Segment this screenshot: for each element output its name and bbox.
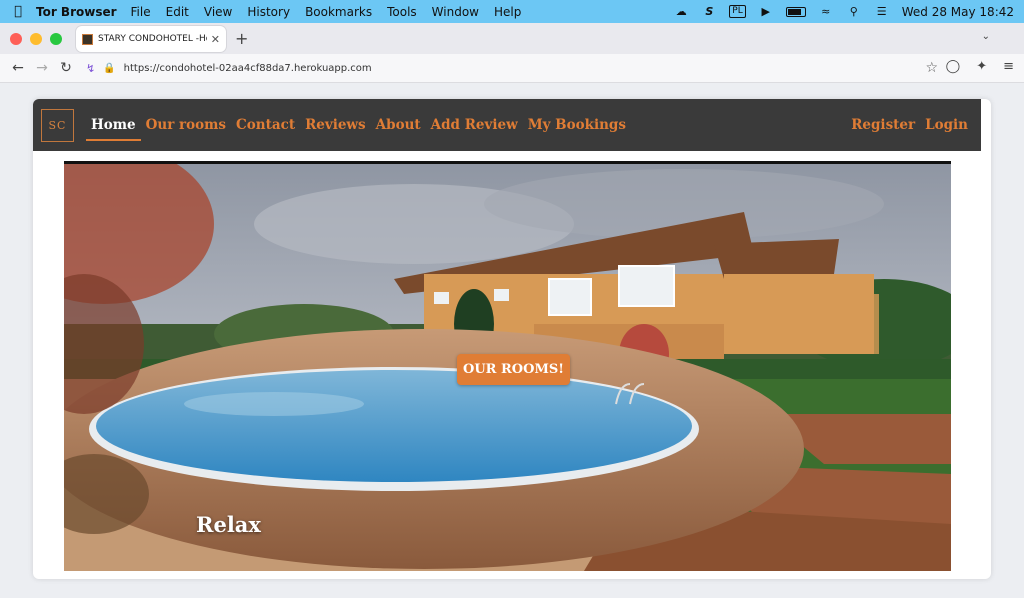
reload-button[interactable]: ↻: [54, 60, 78, 76]
hero-banner: OUR ROOMS! Relax: [64, 161, 951, 571]
tab-title: STARY CONDOHOTEL -Home: [98, 34, 207, 44]
browser-toolbar: ← → ↻ ↯ 🔒 https://condohotel-02aa4cf88da…: [0, 54, 1024, 83]
tor-circuit-icon[interactable]: ↯: [86, 62, 95, 75]
nav-our-rooms[interactable]: Our rooms: [141, 99, 231, 151]
nav-my-bookings[interactable]: My Bookings: [523, 99, 631, 151]
menu-bookmarks[interactable]: Bookmarks: [305, 5, 372, 19]
url-text[interactable]: https://condohotel-02aa4cf88da7.herokuap…: [124, 63, 372, 74]
macos-menubar:  Tor Browser File Edit View History Boo…: [0, 0, 1024, 23]
site-page: SC Home Our rooms Contact Reviews About …: [33, 99, 991, 579]
lock-icon[interactable]: 🔒: [103, 63, 115, 74]
input-source-indicator[interactable]: PL: [729, 5, 746, 18]
minimize-window-button[interactable]: [30, 32, 42, 45]
tab-active[interactable]: STARY CONDOHOTEL -Home ✕: [76, 26, 226, 52]
back-button[interactable]: ←: [6, 60, 30, 76]
menu-help[interactable]: Help: [494, 5, 521, 19]
menubar-app-name[interactable]: Tor Browser: [36, 5, 117, 19]
menu-view[interactable]: View: [204, 5, 232, 19]
tab-list-chevron-icon[interactable]: ⌄: [982, 31, 990, 42]
browser-window: STARY CONDOHOTEL -Home ✕ + ⌄ ← → ↻ ↯ 🔒 h…: [0, 23, 1024, 598]
wifi-icon[interactable]: ≈: [818, 5, 834, 18]
new-identity-broom-icon[interactable]: ✦: [976, 59, 987, 74]
site-logo[interactable]: SC: [41, 108, 74, 142]
new-tab-button[interactable]: +: [235, 29, 248, 48]
hero-caption: Relax: [196, 512, 261, 537]
forward-button[interactable]: →: [30, 60, 54, 76]
nav-register[interactable]: Register: [846, 99, 920, 151]
nav-reviews[interactable]: Reviews: [300, 99, 371, 151]
nav-about[interactable]: About: [371, 99, 426, 151]
menubar-clock[interactable]: Wed 28 May 18:42: [902, 5, 1014, 19]
zoom-window-button[interactable]: [50, 32, 62, 45]
close-window-button[interactable]: [10, 32, 22, 45]
apple-icon[interactable]: : [0, 4, 36, 19]
menu-window[interactable]: Window: [432, 5, 479, 19]
battery-icon[interactable]: [785, 6, 806, 17]
shield-icon[interactable]: ◯: [946, 59, 961, 74]
script-icon[interactable]: S: [701, 5, 717, 18]
site-navbar: SC Home Our rooms Contact Reviews About …: [33, 99, 981, 151]
nav-add-review[interactable]: Add Review: [426, 99, 523, 151]
nav-contact[interactable]: Contact: [231, 99, 300, 151]
close-tab-icon[interactable]: ✕: [211, 33, 220, 46]
spotlight-search-icon[interactable]: ⚲: [846, 5, 862, 18]
cloud-status-icon[interactable]: ☁: [673, 5, 689, 18]
our-rooms-button[interactable]: OUR ROOMS!: [457, 354, 570, 385]
site-favicon-icon: [82, 33, 93, 45]
app-menu-icon[interactable]: ≡: [1003, 59, 1014, 74]
menu-file[interactable]: File: [131, 5, 151, 19]
menu-tools[interactable]: Tools: [387, 5, 417, 19]
control-center-icon[interactable]: ☰: [874, 5, 890, 18]
address-bar[interactable]: ↯ 🔒 https://condohotel-02aa4cf88da7.hero…: [80, 58, 942, 79]
tab-bar: STARY CONDOHOTEL -Home ✕ + ⌄: [0, 23, 1024, 54]
page-viewport: SC Home Our rooms Contact Reviews About …: [0, 83, 1024, 598]
menu-history[interactable]: History: [247, 5, 290, 19]
bookmark-star-icon[interactable]: ☆: [925, 60, 938, 76]
menu-edit[interactable]: Edit: [166, 5, 189, 19]
window-controls: [10, 32, 62, 45]
nav-login[interactable]: Login: [920, 99, 973, 151]
nav-home[interactable]: Home: [86, 99, 141, 151]
play-icon[interactable]: ▶: [758, 5, 774, 18]
